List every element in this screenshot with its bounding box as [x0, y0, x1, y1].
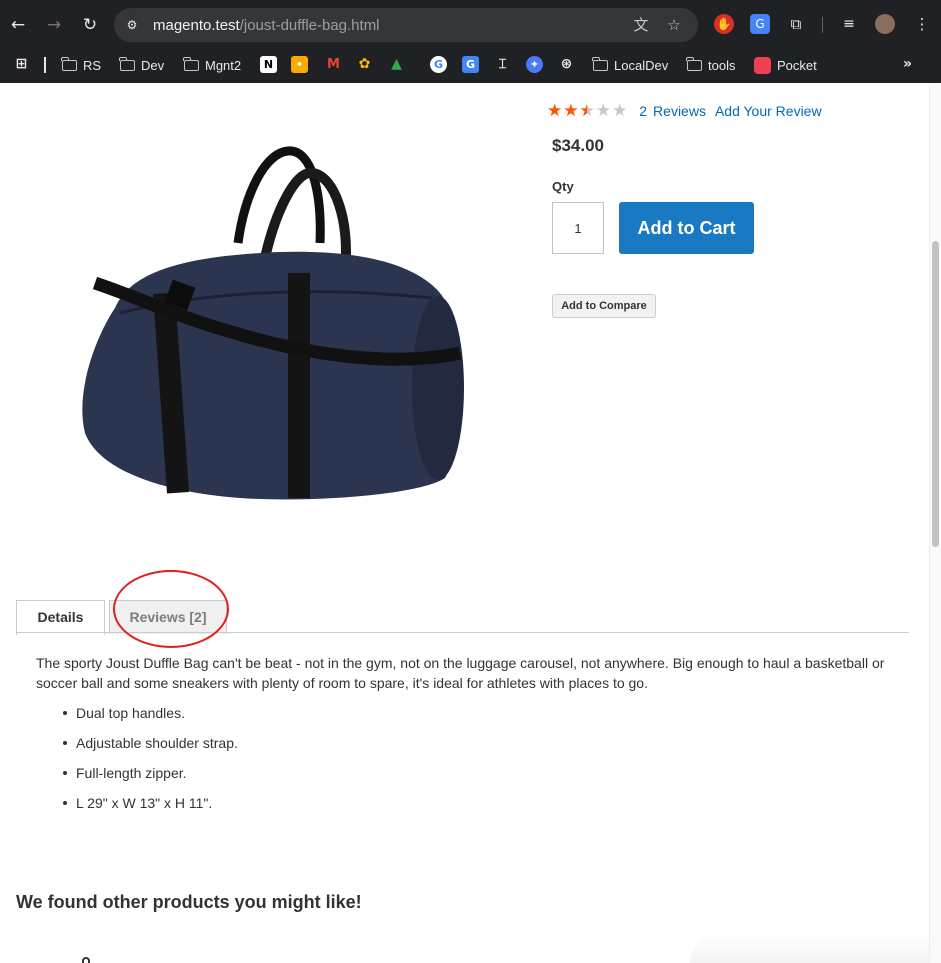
list-item: Adjustable shoulder strap.	[63, 735, 238, 751]
product-image[interactable]	[60, 133, 480, 513]
gmail-icon[interactable]: M	[325, 56, 342, 73]
reload-icon[interactable]: ↻	[78, 13, 102, 37]
tab-details[interactable]: Details	[16, 600, 105, 635]
bookmark-separator	[44, 57, 46, 73]
star-icon: ★★	[579, 101, 595, 121]
add-review-link[interactable]: Add Your Review	[715, 103, 822, 119]
menu-kebab-icon[interactable]: ⋮	[912, 14, 932, 34]
page-content: ★★★★★★★★ 2 Reviews Add Your Review $34.0…	[0, 83, 941, 963]
add-to-cart-button[interactable]: Add to Cart	[619, 202, 754, 254]
browser-toolbar: ← → ↻ ⚙ magento.test/joust-duffle-bag.ht…	[0, 0, 941, 50]
bag-body	[82, 251, 460, 500]
forward-icon[interactable]: →	[42, 13, 66, 37]
extensions-puzzle-icon[interactable]: ⧉	[786, 14, 806, 34]
related-product-partial-icon	[82, 957, 90, 963]
bookmark-folder-mgnt2[interactable]: Mgnt2	[183, 54, 241, 76]
more-bookmarks-icon[interactable]: »	[899, 56, 916, 73]
page-scrollbar[interactable]	[929, 83, 941, 963]
list-item: L 29" x W 13" x H 11".	[63, 793, 238, 813]
bottom-fade	[690, 933, 930, 963]
bookmark-pocket[interactable]: Pocket	[754, 54, 817, 76]
star-icon: ★	[612, 101, 628, 121]
url-text[interactable]: magento.test/joust-duffle-bag.html	[153, 17, 380, 34]
reviews-link[interactable]: Reviews	[653, 103, 706, 119]
google-icon[interactable]: G	[430, 56, 447, 73]
star-icon: ★	[595, 101, 611, 121]
rating-stars: ★★★★★★★★	[547, 101, 627, 121]
adblock-extension-icon[interactable]: ✋	[714, 14, 734, 34]
toolbar-divider	[822, 17, 823, 33]
openai-icon[interactable]: ⊛	[558, 56, 575, 73]
product-description: The sporty Joust Duffle Bag can't be bea…	[36, 655, 885, 691]
bag-end-cap	[412, 296, 464, 480]
handle-back	[233, 146, 325, 244]
site-info-icon[interactable]: ⚙	[124, 17, 140, 33]
star-fill: ★	[563, 101, 579, 121]
feature-list: Dual top handles. Adjustable shoulder st…	[63, 703, 238, 823]
bookmark-folder-localdev[interactable]: LocalDev	[592, 54, 668, 76]
folder-icon	[592, 56, 608, 71]
list-item: Full-length zipper.	[63, 763, 238, 783]
bookmarks-bar: ⊞ RS Dev Mgnt2 N • M ✿ ▲ G G ⌶ ✦ ⊛ Local…	[0, 50, 941, 83]
add-to-compare-button[interactable]: Add to Compare	[552, 294, 656, 318]
bookmark-folder-dev[interactable]: Dev	[119, 54, 164, 76]
body-strap-right	[288, 273, 310, 498]
translate-icon[interactable]: 文	[632, 16, 650, 34]
bookmark-folder-tools[interactable]: tools	[686, 54, 735, 76]
folder-icon	[183, 56, 199, 71]
bookmark-star-icon[interactable]: ☆	[665, 16, 683, 34]
drive-icon[interactable]: ▲	[388, 56, 405, 73]
list-item: Dual top handles.	[63, 703, 238, 723]
media-control-icon[interactable]: ≡	[839, 14, 859, 34]
address-bar[interactable]: ⚙ magento.test/joust-duffle-bag.html 文 ☆	[114, 8, 698, 42]
highlight-circle-annotation	[113, 570, 229, 648]
star-icon: ★★	[547, 101, 563, 121]
folder-icon	[61, 56, 77, 71]
scrollbar-thumb[interactable]	[932, 241, 939, 547]
translate-bookmark-icon[interactable]: G	[462, 56, 479, 73]
qty-label: Qty	[552, 179, 574, 194]
star-fill: ★	[580, 101, 588, 121]
star-icon: ★★	[563, 101, 579, 121]
folder-icon	[119, 56, 135, 71]
tool-bookmark-icon[interactable]: ⌶	[494, 56, 511, 73]
notion-icon[interactable]: N	[260, 56, 277, 73]
profile-avatar[interactable]	[875, 14, 895, 34]
apps-grid-icon[interactable]: ⊞	[13, 56, 30, 73]
reviews-count-link[interactable]: 2	[639, 103, 647, 119]
keep-icon[interactable]: •	[291, 56, 308, 73]
related-products-title: We found other products you might like!	[16, 892, 362, 912]
translate-extension-icon[interactable]: G	[750, 14, 770, 34]
pocket-icon	[754, 56, 771, 74]
star-fill: ★	[547, 101, 563, 121]
browser-chrome: ← → ↻ ⚙ magento.test/joust-duffle-bag.ht…	[0, 0, 941, 83]
qty-input[interactable]	[552, 202, 604, 254]
bookmark-folder-rs[interactable]: RS	[61, 54, 101, 76]
product-rating: ★★★★★★★★ 2 Reviews Add Your Review	[547, 101, 822, 121]
back-icon[interactable]: ←	[6, 13, 30, 37]
product-price: $34.00	[552, 136, 604, 155]
photos-icon[interactable]: ✿	[356, 56, 373, 73]
gemini-icon[interactable]: ✦	[526, 56, 543, 73]
folder-icon	[686, 56, 702, 71]
